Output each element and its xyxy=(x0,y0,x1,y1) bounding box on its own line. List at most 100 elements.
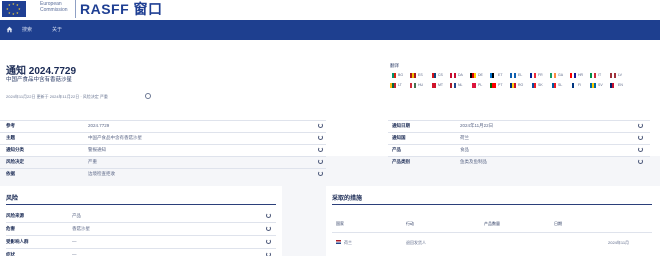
flag-code-label: FI xyxy=(578,83,582,87)
flag-code-label: IT xyxy=(598,73,602,77)
risk-label: 受影响人群 xyxy=(6,239,29,244)
flag-bg-icon[interactable] xyxy=(390,73,396,78)
notification-subject: 中国产食品中含有香菇沙星 xyxy=(6,77,73,83)
flag-ga-icon[interactable] xyxy=(550,73,556,78)
col-header-action: 行动 xyxy=(406,221,414,226)
detail-label: 通知国 xyxy=(392,135,406,140)
risk-value: 香菇沙星 xyxy=(72,226,90,231)
detail-row-divider xyxy=(0,144,326,145)
risk-label: 症状 xyxy=(6,252,15,256)
flag-hu-icon[interactable] xyxy=(410,83,416,88)
flag-code-label: NL xyxy=(458,83,463,87)
detail-value: 鱼类及鱼制品 xyxy=(460,159,487,164)
brand-separator xyxy=(75,0,76,18)
risk-panel: 风险 风险来源 产品 危害 香菇沙星 受影响人群 — 症状 — xyxy=(0,186,282,256)
flag-code-label: PL xyxy=(478,83,483,87)
refresh-icon[interactable] xyxy=(638,147,643,152)
detail-row-divider xyxy=(388,144,650,145)
flag-cs-icon[interactable] xyxy=(430,73,436,78)
refresh-icon[interactable] xyxy=(638,123,643,128)
table-cell-date: 2024年11月 xyxy=(608,240,630,245)
eu-flag-logo: ★ ★ ★ ★ ★ ★ ★ ★ xyxy=(2,1,26,17)
flag-fr-icon[interactable] xyxy=(530,73,536,78)
flag-pt-icon[interactable] xyxy=(490,83,496,88)
detail-value: 严重 xyxy=(88,159,97,164)
refresh-icon[interactable] xyxy=(318,159,323,164)
flag-it-icon[interactable] xyxy=(590,73,596,78)
flag-mt-icon[interactable] xyxy=(430,83,436,88)
flag-fi-icon[interactable] xyxy=(570,83,576,88)
refresh-icon[interactable] xyxy=(266,252,271,256)
refresh-icon[interactable] xyxy=(638,135,643,140)
flag-de-icon[interactable] xyxy=(470,73,476,78)
flag-hr-icon[interactable] xyxy=(570,73,576,78)
detail-label: 依据 xyxy=(6,171,15,176)
flag-pl-icon[interactable] xyxy=(470,83,476,88)
detail-row-divider xyxy=(0,168,326,169)
risk-label: 风险来源 xyxy=(6,213,24,218)
flag-lv-icon[interactable] xyxy=(610,73,616,78)
flag-code-label: CS xyxy=(438,73,443,77)
detail-value: 2024年11月22日 xyxy=(460,123,494,128)
flag-code-label: SL xyxy=(558,83,563,87)
risk-row-divider xyxy=(6,222,276,223)
table-divider xyxy=(332,232,652,233)
flag-code-label: BG xyxy=(398,73,404,77)
detail-label: 产品类别 xyxy=(392,159,410,164)
detail-value: 食品 xyxy=(460,147,469,152)
detail-value: 荷兰 xyxy=(460,135,469,140)
col-header-country: 国家 xyxy=(336,221,344,226)
flag-sv-icon[interactable] xyxy=(590,83,596,88)
flag-code-label: GA xyxy=(558,73,564,77)
refresh-icon[interactable] xyxy=(318,123,323,128)
risk-panel-rule xyxy=(6,204,276,205)
measures-panel: 采取的措施 国家 行动 产品数量 日期 荷兰 退回发货人 2024年11月 xyxy=(326,186,660,256)
flag-code-label: DA xyxy=(458,73,463,77)
flag-code-label: EL xyxy=(518,73,523,77)
flag-en-icon[interactable] xyxy=(610,83,616,88)
table-cell-country: 荷兰 xyxy=(344,240,352,245)
flag-code-label: PT xyxy=(498,83,503,87)
flag-lt-icon[interactable] xyxy=(390,83,396,88)
flag-code-label: EN xyxy=(618,83,623,87)
refresh-icon[interactable] xyxy=(318,147,323,152)
flag-es-icon[interactable] xyxy=(410,73,416,78)
flag-da-icon[interactable] xyxy=(450,73,456,78)
flag-nl-icon[interactable] xyxy=(450,83,456,88)
detail-row-divider xyxy=(0,132,326,133)
refresh-icon[interactable] xyxy=(266,239,271,244)
detail-row-divider xyxy=(0,156,326,157)
flag-code-label: RO xyxy=(518,83,524,87)
refresh-icon[interactable] xyxy=(318,135,323,140)
refresh-icon[interactable] xyxy=(318,171,323,176)
flag-ro-icon[interactable] xyxy=(510,83,516,88)
detail-value: 边境检查拒收 xyxy=(88,171,115,176)
top-bar: ★ ★ ★ ★ ★ ★ ★ ★ European Commission RASF… xyxy=(0,0,660,20)
refresh-icon[interactable] xyxy=(266,226,271,231)
refresh-icon[interactable] xyxy=(638,159,643,164)
detail-value: 2024.7729 xyxy=(88,123,110,128)
detail-label: 通知日期 xyxy=(392,123,410,128)
detail-label: 主题 xyxy=(6,135,15,140)
flag-code-label: ET xyxy=(498,73,503,77)
detail-row-divider xyxy=(388,120,650,121)
flag-sk-icon[interactable] xyxy=(530,83,536,88)
home-icon[interactable] xyxy=(6,26,13,33)
detail-row-divider xyxy=(388,132,650,133)
refresh-icon[interactable] xyxy=(266,213,271,218)
detail-label: 产品 xyxy=(392,147,401,152)
measures-panel-rule xyxy=(332,204,652,205)
app-title: RASFF 窗口 xyxy=(80,1,163,17)
risk-label: 危害 xyxy=(6,226,15,231)
main-navbar: 搜索 关于 xyxy=(0,20,660,40)
info-icon[interactable] xyxy=(145,93,151,99)
flag-sl-icon[interactable] xyxy=(550,83,556,88)
risk-row-divider xyxy=(6,248,276,249)
detail-row-divider xyxy=(388,156,650,157)
nav-item-search[interactable]: 搜索 xyxy=(22,26,32,33)
flag-code-label: SV xyxy=(598,83,603,87)
detail-value: 中国产食品中含有香菇沙星 xyxy=(88,135,142,140)
flag-et-icon[interactable] xyxy=(490,73,496,78)
flag-el-icon[interactable] xyxy=(510,73,516,78)
nav-item-about[interactable]: 关于 xyxy=(52,26,62,33)
